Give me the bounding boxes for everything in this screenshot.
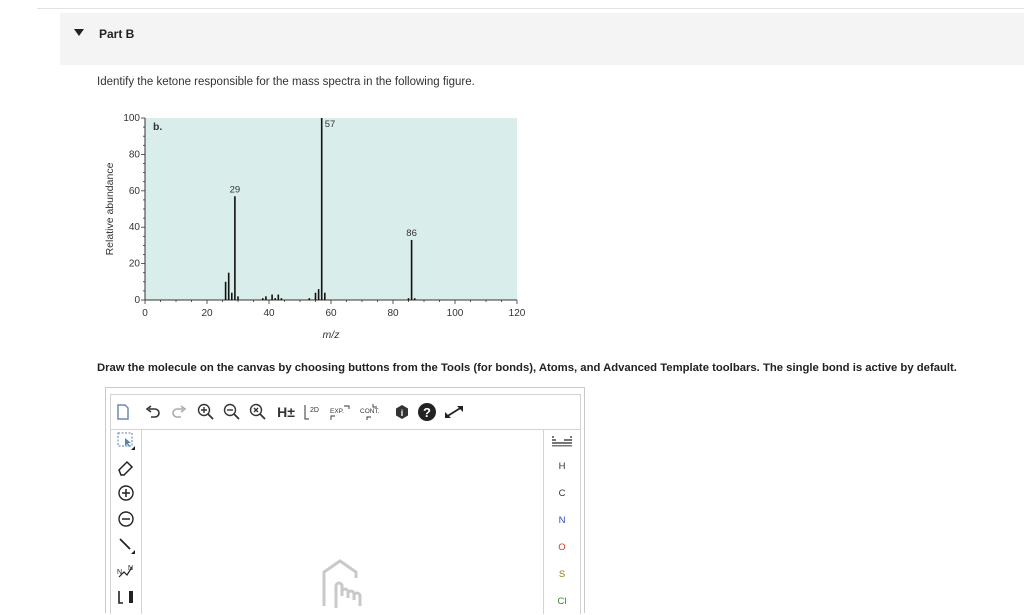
atom-button-cl[interactable]: Cl <box>544 596 580 607</box>
expand-label: EXP. <box>330 408 344 415</box>
y-tick-label: 20 <box>129 259 141 270</box>
zoom-in-icon[interactable] <box>197 403 215 421</box>
editor-frame: H± 2D EXP. CONT. i ? N N H C N O S Cl <box>110 394 581 614</box>
part-header[interactable]: Part B <box>60 13 1024 65</box>
contract-label: CONT. <box>360 408 380 415</box>
collapse-caret-icon[interactable] <box>74 29 84 36</box>
molecule-editor: H± 2D EXP. CONT. i ? N N H C N O S Cl <box>105 387 585 614</box>
svg-text:?: ? <box>423 405 431 420</box>
y-tick-label: 100 <box>123 113 140 124</box>
drawing-canvas[interactable] <box>142 430 543 614</box>
top-divider <box>37 8 1024 9</box>
x-tick-label: 40 <box>263 308 275 319</box>
atom-button-c[interactable]: C <box>544 488 580 499</box>
hand-cursor-icon <box>312 558 376 615</box>
y-tick-label: 0 <box>134 295 140 306</box>
part-title: Part B <box>99 27 135 41</box>
peak-label: 29 <box>230 184 241 195</box>
zoom-reset-icon[interactable] <box>249 403 267 421</box>
y-axis-label: Relative abundance <box>104 162 116 255</box>
atom-button-h[interactable]: H <box>544 461 580 472</box>
2d-clean-button[interactable]: 2D <box>303 403 323 421</box>
contract-button[interactable]: CONT. <box>359 403 385 421</box>
top-toolbar: H± 2D EXP. CONT. i ? <box>111 395 580 430</box>
eraser-icon[interactable] <box>116 457 136 477</box>
plot-background <box>145 118 517 300</box>
zoom-out-icon[interactable] <box>223 403 241 421</box>
mass-spectrum-svg: 0 20 40 60 80 100 0 20 40 60 80 100 120 29 57 86 b. m/z Re… <box>104 113 526 341</box>
peak-label: 57 <box>325 119 336 130</box>
y-tick-label: 80 <box>129 149 141 160</box>
chain-tool-n-label: N <box>117 569 122 576</box>
template-tool-icon[interactable] <box>116 587 136 607</box>
x-tick-label: 80 <box>387 308 399 319</box>
single-bond-icon[interactable] <box>116 535 136 555</box>
2d-label: 2D <box>310 407 319 414</box>
atom-button-s[interactable]: S <box>544 569 580 580</box>
x-tick-label: 120 <box>509 308 526 319</box>
x-tick-label: 100 <box>447 308 464 319</box>
y-tick-label: 40 <box>129 222 141 233</box>
x-tick-label: 20 <box>201 308 213 319</box>
left-toolbar: NN <box>111 429 142 614</box>
atoms-toolbar: H C N O S Cl <box>543 429 580 614</box>
y-tick-label: 60 <box>129 186 141 197</box>
new-document-icon[interactable] <box>115 403 131 421</box>
positive-charge-icon[interactable] <box>116 483 136 503</box>
redo-icon[interactable] <box>171 403 187 421</box>
chain-tool-icon[interactable]: NN <box>116 561 136 581</box>
expand-button[interactable]: EXP. <box>329 403 353 421</box>
atom-button-o[interactable]: O <box>544 542 580 553</box>
hydrogen-toggle[interactable]: H± <box>275 403 297 421</box>
peak-label: 86 <box>406 228 417 239</box>
info-icon[interactable]: i <box>393 403 411 421</box>
svg-text:i: i <box>401 408 404 418</box>
atom-button-n[interactable]: N <box>544 515 580 526</box>
chain-tool-n-label: N <box>128 565 133 572</box>
help-icon[interactable]: ? <box>417 403 437 421</box>
panel-label: b. <box>153 121 162 133</box>
fullscreen-icon[interactable] <box>443 403 465 421</box>
drawing-instructions: Draw the molecule on the canvas by choos… <box>97 362 957 374</box>
negative-charge-icon[interactable] <box>116 509 136 529</box>
selection-tool-icon[interactable] <box>116 431 136 451</box>
x-tick-label: 60 <box>325 308 337 319</box>
undo-icon[interactable] <box>145 403 161 421</box>
x-tick-label: 0 <box>142 308 148 319</box>
mass-spectrum-chart: 0 20 40 60 80 100 0 20 40 60 80 100 120 29 57 86 b. m/z Re… <box>95 105 535 345</box>
periodic-table-icon[interactable] <box>544 435 580 450</box>
x-axis-label: m/z <box>323 329 341 341</box>
question-text: Identify the ketone responsible for the … <box>97 76 475 88</box>
